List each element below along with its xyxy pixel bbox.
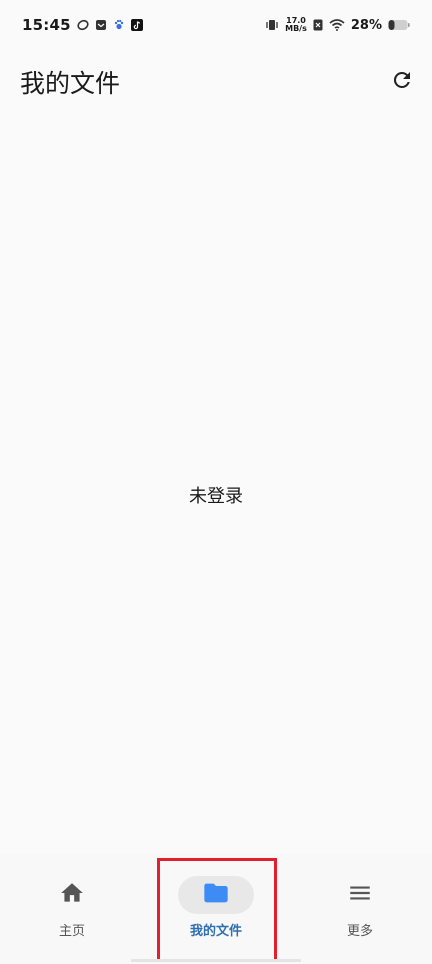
no-sim-icon xyxy=(313,16,323,35)
status-time: 15:45 xyxy=(22,16,71,34)
nav-label-my-files: 我的文件 xyxy=(189,924,242,939)
tiktok-icon xyxy=(130,19,143,31)
nav-item-home[interactable]: 主页 xyxy=(0,854,144,964)
status-right: 17.0 MB/s 28% xyxy=(265,16,410,35)
mail-icon xyxy=(95,19,107,31)
wifi-icon xyxy=(329,16,345,35)
home-icon xyxy=(59,880,85,910)
not-logged-in-message: 未登录 xyxy=(189,486,243,507)
refresh-button[interactable] xyxy=(384,64,420,100)
nav-icon-wrap-my-files xyxy=(178,876,254,914)
nav-icon-wrap-more xyxy=(322,876,398,914)
gesture-bar[interactable] xyxy=(131,959,301,962)
vibrate-icon xyxy=(265,16,279,35)
status-left: 15:45 xyxy=(22,16,143,34)
status-bar: 15:45 17.0 MB/s 28% xyxy=(0,0,432,50)
nav-label-home: 主页 xyxy=(58,924,85,939)
sync-icon xyxy=(77,19,89,31)
net-speed-unit: MB/s xyxy=(285,24,307,33)
baidu-icon xyxy=(113,19,125,31)
nav-label-more: 更多 xyxy=(346,924,373,939)
battery-percent: 28% xyxy=(350,17,382,33)
app-bar: 我的文件 xyxy=(0,55,432,109)
battery-icon xyxy=(388,16,410,35)
menu-icon xyxy=(347,880,373,910)
nav-icon-wrap-home xyxy=(34,876,110,914)
nav-item-more[interactable]: 更多 xyxy=(288,854,432,964)
refresh-icon xyxy=(390,68,414,96)
bottom-nav: 主页 我的文件 更多 xyxy=(0,854,432,964)
net-speed: 17.0 MB/s xyxy=(285,17,307,33)
folder-icon xyxy=(202,879,230,911)
nav-item-my-files[interactable]: 我的文件 xyxy=(144,854,288,964)
page-title: 我的文件 xyxy=(20,69,121,98)
